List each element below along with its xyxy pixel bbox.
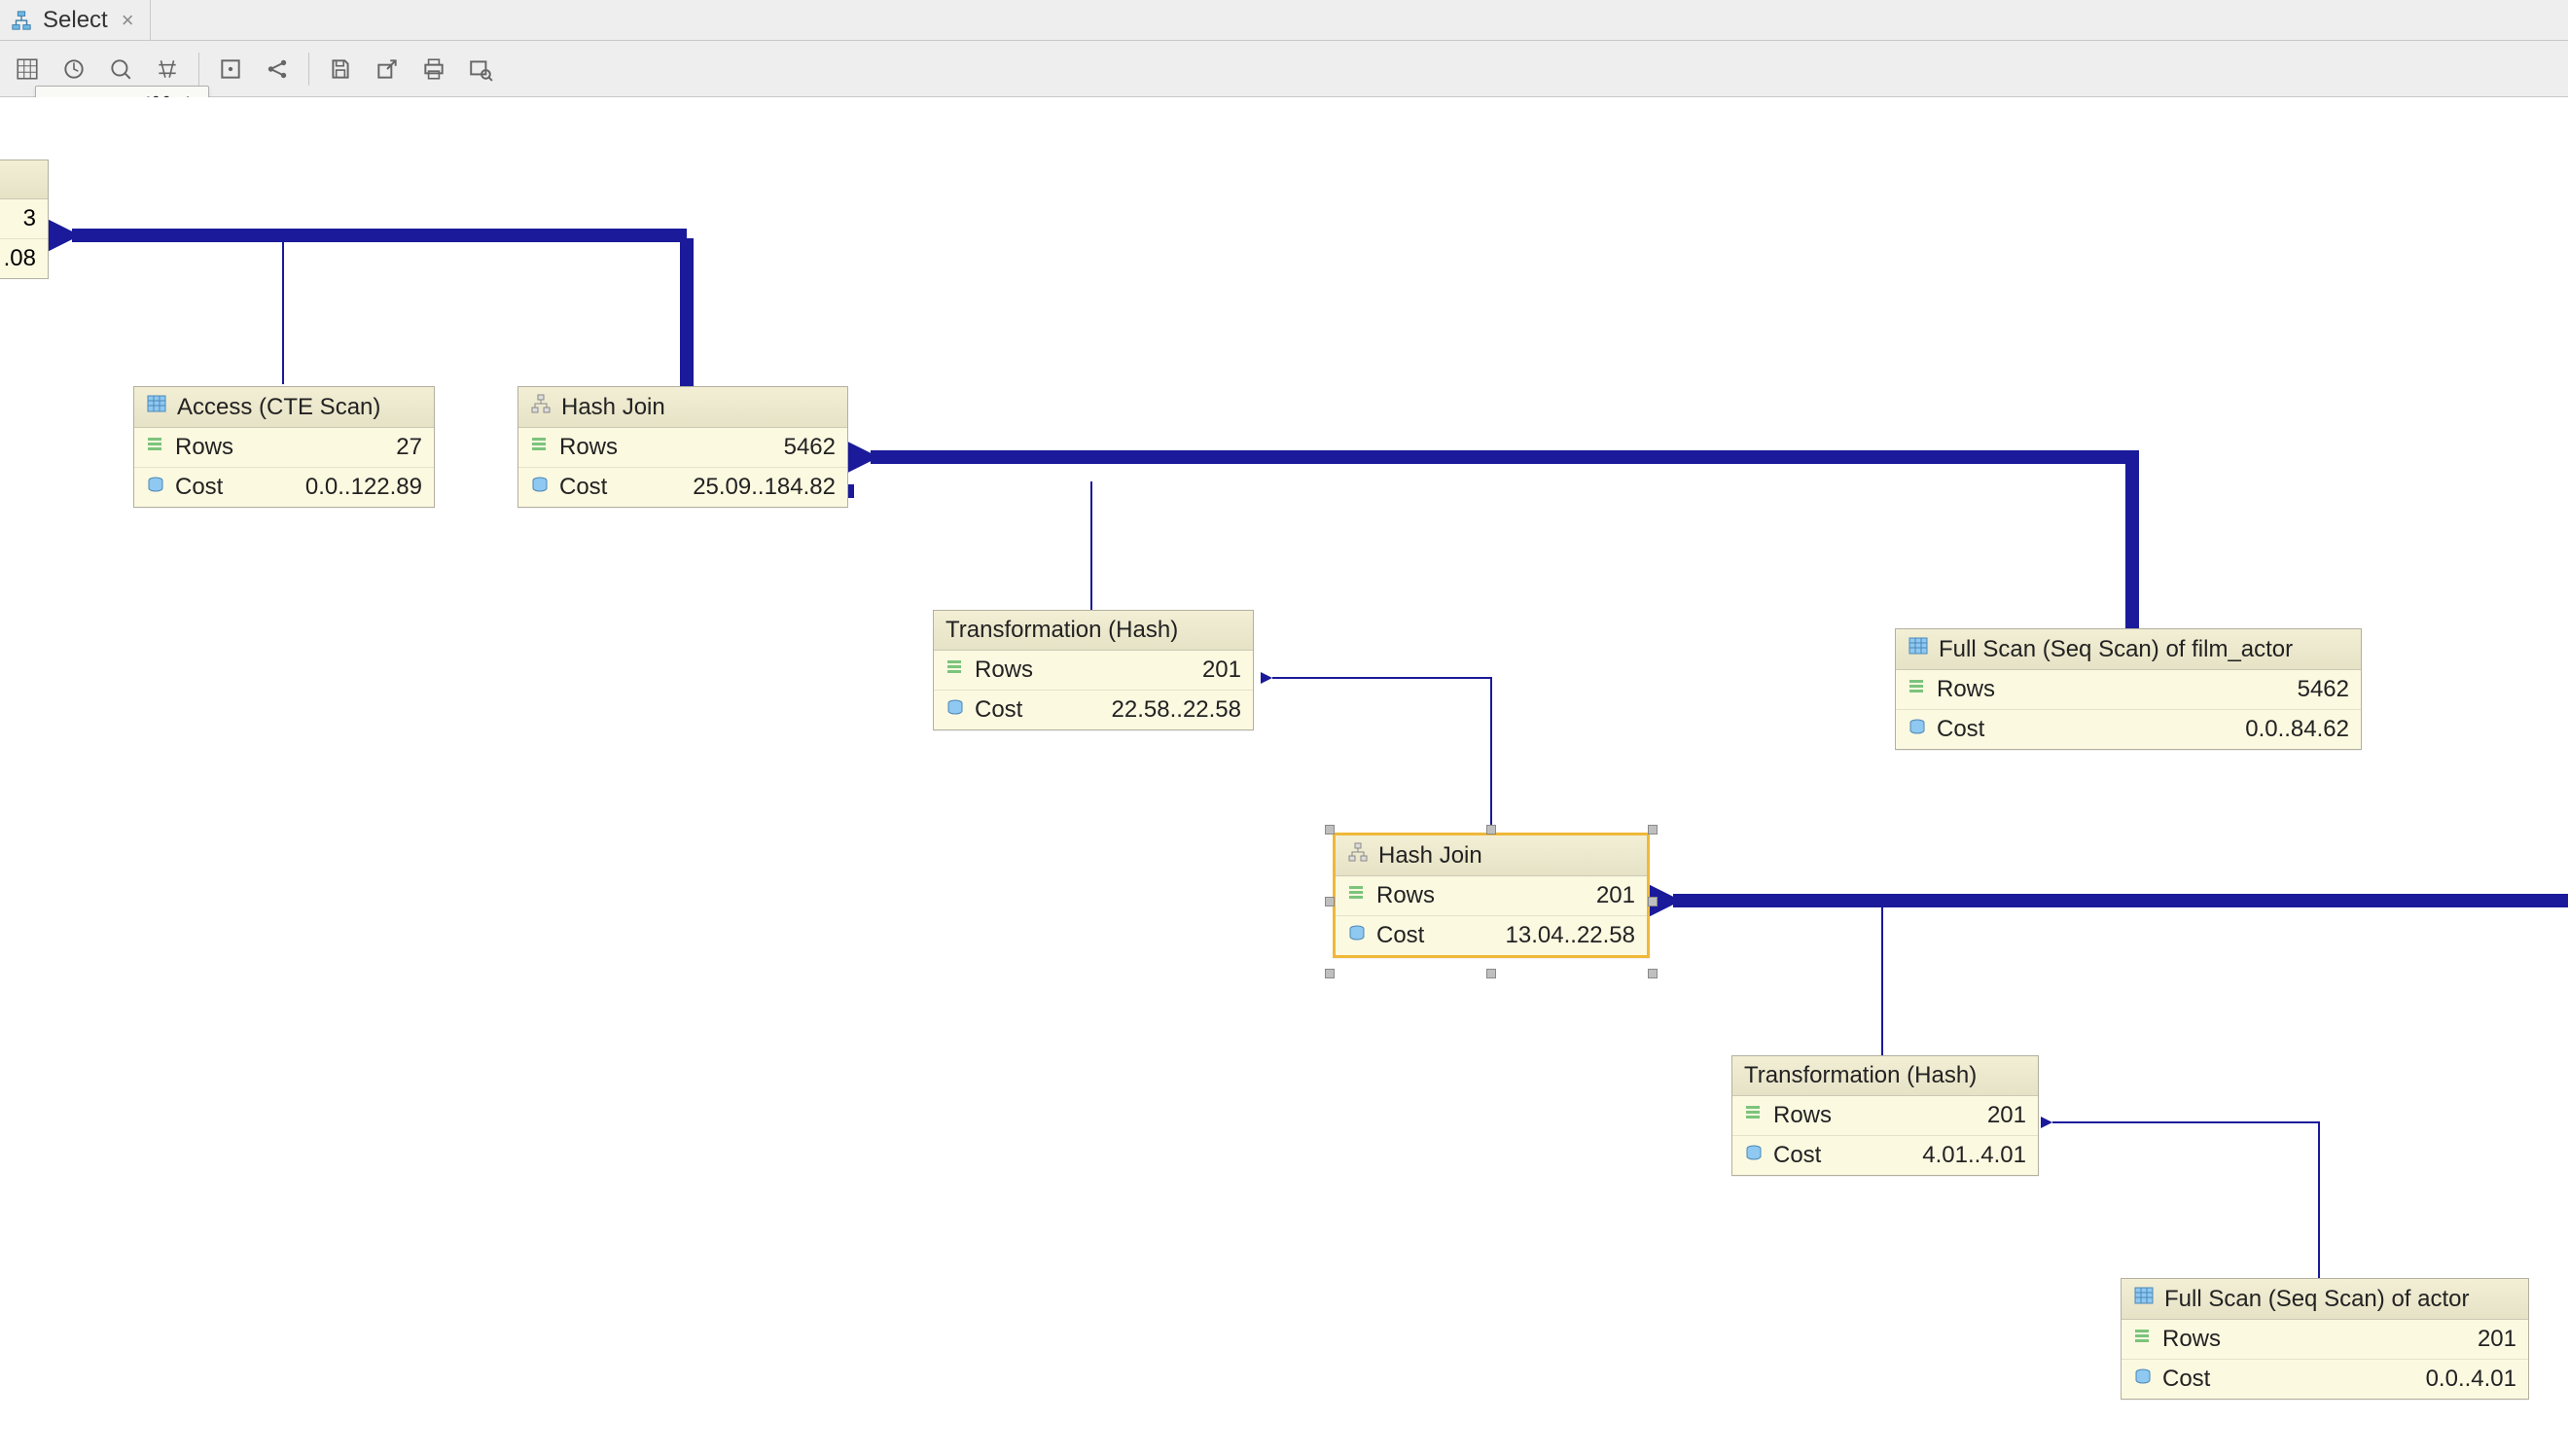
- rows-value: 27: [243, 434, 422, 461]
- edges-layer: [0, 97, 2568, 1456]
- plan-node-root-partial[interactable]: 3 .08: [0, 160, 49, 279]
- node-title-text: Transformation (Hash): [945, 617, 1178, 644]
- print-button[interactable]: [412, 48, 455, 90]
- table-scan-icon: [2133, 1285, 2155, 1313]
- rows-icon: [1908, 676, 1927, 703]
- selection-handle[interactable]: [1648, 897, 1658, 906]
- selection-handle[interactable]: [1648, 969, 1658, 978]
- hashjoin-icon: [530, 393, 552, 421]
- cost-value: 0.0..122.89: [232, 474, 422, 501]
- rows-label: Rows: [1376, 882, 1435, 909]
- hashjoin-icon: [1347, 841, 1369, 870]
- cost-value: 13.04..22.58: [1434, 922, 1635, 949]
- cost-value: 22.58..22.58: [1032, 696, 1241, 724]
- tab-label: Select: [43, 7, 108, 34]
- table-scan-icon: [1908, 635, 1929, 663]
- cost-icon: [146, 474, 165, 501]
- cost-label: Cost: [1937, 716, 1984, 743]
- plan-node-access-cte[interactable]: Access (CTE Scan) Rows 27 Cost 0.0..122.…: [133, 386, 435, 508]
- node-rows-value: 3: [23, 205, 36, 232]
- plan-canvas[interactable]: 3 .08 Access (CTE Scan) Rows 27 Cost 0.0…: [0, 97, 2568, 1456]
- selection-handle[interactable]: [1325, 897, 1335, 906]
- rows-icon: [1347, 882, 1367, 909]
- cost-label: Cost: [1376, 922, 1424, 949]
- plan-node-fullscan-filmactor[interactable]: Full Scan (Seq Scan) of film_actor Rows …: [1895, 628, 2362, 750]
- cost-value: 4.01..4.01: [1831, 1142, 2026, 1169]
- fit-window-button[interactable]: [209, 48, 252, 90]
- rows-value: 201: [1043, 657, 1241, 684]
- toolbar: [0, 41, 2568, 97]
- rows-value: 201: [2230, 1326, 2516, 1353]
- plan-node-hashjoin-1[interactable]: Hash Join Rows 5462 Cost 25.09..184.82: [517, 386, 848, 508]
- cost-value: 25.09..184.82: [617, 474, 836, 501]
- selection-handle[interactable]: [1325, 969, 1335, 978]
- cost-icon: [945, 696, 965, 724]
- export-button[interactable]: [366, 48, 409, 90]
- table-scan-icon: [146, 393, 167, 421]
- node-title-text: Hash Join: [561, 394, 665, 421]
- cost-label: Cost: [1773, 1142, 1821, 1169]
- save-button[interactable]: [319, 48, 362, 90]
- node-title-text: Full Scan (Seq Scan) of film_actor: [1939, 636, 2293, 663]
- selection-handle[interactable]: [1486, 825, 1496, 835]
- cost-label: Cost: [975, 696, 1022, 724]
- toolbar-separator: [308, 53, 309, 86]
- cost-icon: [1347, 922, 1367, 949]
- node-title-text: Full Scan (Seq Scan) of actor: [2164, 1286, 2469, 1313]
- rows-label: Rows: [1773, 1102, 1832, 1129]
- cost-icon: [1744, 1142, 1764, 1169]
- cost-value: 0.0..84.62: [1994, 716, 2349, 743]
- rows-label: Rows: [975, 657, 1033, 684]
- rows-icon: [1744, 1102, 1764, 1129]
- rows-label: Rows: [559, 434, 618, 461]
- rows-value: 5462: [2005, 676, 2349, 703]
- rows-icon: [2133, 1326, 2153, 1353]
- tab-bar: Select ×: [0, 0, 2568, 41]
- node-title-text: Transformation (Hash): [1744, 1062, 1977, 1089]
- rows-label: Rows: [1937, 676, 1995, 703]
- refresh-button[interactable]: [53, 48, 95, 90]
- zoom-button[interactable]: [99, 48, 142, 90]
- selection-handle[interactable]: [1648, 825, 1658, 835]
- rows-label: Rows: [2162, 1326, 2221, 1353]
- node-title-text: Hash Join: [1378, 842, 1482, 870]
- plan-node-transform-2[interactable]: Transformation (Hash) Rows 201 Cost 4.01…: [1731, 1055, 2039, 1176]
- toolbar-separator: [198, 53, 199, 86]
- select-grid-button[interactable]: [6, 48, 49, 90]
- rows-value: 201: [1444, 882, 1635, 909]
- inspect-button[interactable]: [459, 48, 502, 90]
- rows-icon: [945, 657, 965, 684]
- rows-label: Rows: [175, 434, 233, 461]
- close-icon[interactable]: ×: [118, 8, 138, 33]
- node-cost-value: .08: [4, 245, 36, 272]
- cost-label: Cost: [175, 474, 223, 501]
- cost-icon: [530, 474, 550, 501]
- query-plan-icon: [10, 9, 33, 32]
- crosshair-button[interactable]: [146, 48, 189, 90]
- rows-icon: [530, 434, 550, 461]
- share-button[interactable]: [256, 48, 299, 90]
- tab-select[interactable]: Select ×: [0, 0, 151, 40]
- cost-label: Cost: [559, 474, 607, 501]
- selection-handle[interactable]: [1325, 825, 1335, 835]
- cost-value: 0.0..4.01: [2220, 1366, 2516, 1393]
- cost-label: Cost: [2162, 1366, 2210, 1393]
- plan-node-hashjoin-2[interactable]: Hash Join Rows 201 Cost 13.04..22.58: [1333, 833, 1650, 958]
- rows-value: 5462: [627, 434, 836, 461]
- node-title-text: Access (CTE Scan): [177, 394, 380, 421]
- cost-icon: [1908, 716, 1927, 743]
- rows-icon: [146, 434, 165, 461]
- cost-icon: [2133, 1366, 2153, 1393]
- plan-node-fullscan-actor[interactable]: Full Scan (Seq Scan) of actor Rows 201 C…: [2121, 1278, 2529, 1400]
- rows-value: 201: [1841, 1102, 2026, 1129]
- plan-node-transform-1[interactable]: Transformation (Hash) Rows 201 Cost 22.5…: [933, 610, 1254, 730]
- selection-handle[interactable]: [1486, 969, 1496, 978]
